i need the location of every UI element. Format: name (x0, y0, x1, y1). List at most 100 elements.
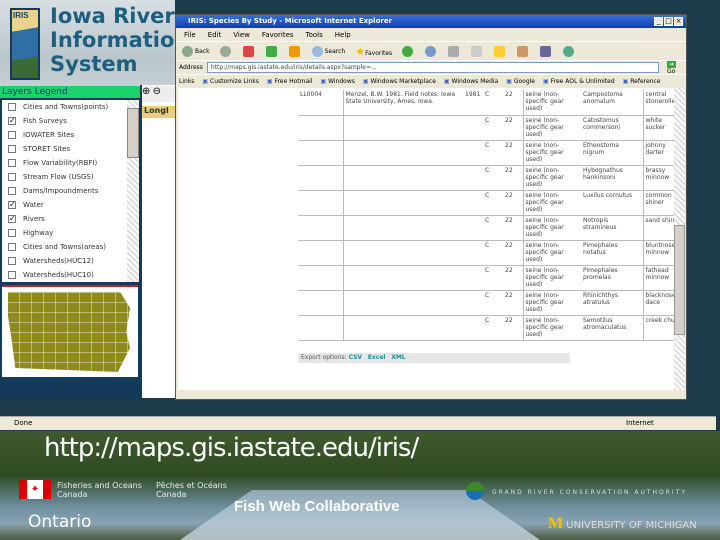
link-item[interactable]: ▣ Reference (623, 78, 661, 85)
zoom-tools[interactable]: ⊕ ⊖ (142, 86, 176, 102)
map-area[interactable] (140, 85, 176, 398)
home-icon[interactable] (288, 45, 300, 57)
history-icon[interactable] (402, 45, 414, 57)
vertical-scroll-thumb[interactable] (674, 225, 685, 335)
export-xml-link[interactable]: XML (391, 354, 405, 361)
link-item[interactable]: ▣ Windows Media (444, 78, 498, 85)
class-cell: C (483, 190, 503, 216)
layer-checkbox[interactable] (8, 103, 16, 111)
close-button[interactable]: × (674, 17, 683, 26)
count-cell: 22 (503, 165, 523, 191)
ontario-logo: Ontario (28, 512, 92, 532)
maximize-button[interactable]: □ (664, 17, 673, 26)
legend-item[interactable]: ✓ Fish Surveys (2, 114, 127, 128)
back-button[interactable]: Back (182, 45, 210, 57)
menu-item[interactable]: View (233, 31, 250, 39)
legend-item[interactable]: STORET Sites (2, 142, 127, 156)
link-item[interactable]: ▣ Google (506, 78, 535, 85)
link-item[interactable]: ▣ Customize Links (202, 78, 258, 85)
layer-checkbox[interactable] (8, 173, 16, 181)
forward-icon[interactable] (219, 45, 231, 57)
export-excel-link[interactable]: Excel (368, 354, 386, 361)
layer-checkbox[interactable] (8, 257, 16, 265)
reference-cell (342, 240, 463, 266)
layer-checkbox[interactable]: ✓ (8, 215, 16, 223)
legend-scroll-thumb[interactable] (127, 108, 139, 158)
legend-item[interactable]: Highway (2, 226, 127, 240)
legend-item[interactable]: ✓ Rivers (2, 212, 127, 226)
grca-logo-icon (466, 482, 484, 500)
scientific-name-cell: Luxilus cornutus (581, 190, 643, 216)
link-item[interactable]: ▣ Windows Marketplace (363, 78, 436, 85)
legend-item[interactable]: Flow Variability(RBFI) (2, 156, 127, 170)
legend-item[interactable]: Stream Flow (USGS) (2, 170, 127, 184)
study-id-cell: LL0004 (298, 90, 343, 116)
layer-checkbox[interactable]: ✓ (8, 117, 16, 125)
star-icon: ★ (355, 44, 366, 58)
layer-checkbox[interactable] (8, 271, 16, 279)
layer-checkbox[interactable] (8, 187, 16, 195)
layers-legend-tab[interactable]: Layers Legend (0, 86, 140, 98)
go-button[interactable]: ➜ Go (667, 60, 686, 75)
legend-item-label: Fish Surveys (23, 117, 67, 125)
mail-icon[interactable] (425, 45, 437, 57)
grca-name: GRAND RIVER CONSERVATION AUTHORITY (492, 489, 688, 496)
study-id-cell (298, 265, 343, 291)
link-item[interactable]: ▣ Windows (320, 78, 354, 85)
menu-item[interactable]: File (184, 31, 196, 39)
page-content: LL0004 Menzel, B.W. 1981. Field notes: I… (178, 88, 683, 390)
address-input[interactable]: http://maps.gis.iastate.edu/iris/details… (206, 62, 660, 73)
iris-title: Iowa River Information System (50, 4, 190, 76)
refresh-icon[interactable] (265, 45, 277, 57)
legend-item[interactable]: Watersheds(HUC10) (2, 268, 127, 282)
research-icon[interactable] (517, 45, 529, 57)
scientific-name-cell: Hybognathus hankinsoni (581, 165, 643, 191)
export-csv-link[interactable]: CSV (349, 354, 362, 361)
class-cell: C (483, 165, 503, 191)
legend-item-label: Watersheds(HUC10) (23, 271, 94, 279)
menu-item[interactable]: Favorites (262, 31, 294, 39)
minimize-button[interactable]: _ (654, 17, 663, 26)
legend-item[interactable]: IOWATER Sites (2, 128, 127, 142)
layer-checkbox[interactable]: ✓ (8, 201, 16, 209)
layer-checkbox[interactable] (8, 145, 16, 153)
tools-icon[interactable] (540, 45, 552, 57)
menu-item[interactable]: Edit (208, 31, 222, 39)
page-icon: ▣ (266, 77, 273, 85)
county-grid (8, 292, 130, 372)
link-item[interactable]: ▣ Free AOL & Unlimited (543, 78, 615, 85)
legend-item-label: Flow Variability(RBFI) (23, 159, 98, 167)
search-icon (311, 45, 323, 57)
study-id-cell (298, 165, 343, 191)
scientific-name-cell: Catostomus commersoni (581, 115, 643, 141)
messenger-icon[interactable] (563, 45, 575, 57)
stop-icon[interactable] (242, 45, 254, 57)
legend-item-label: STORET Sites (23, 145, 71, 153)
zoom-out-icon[interactable]: ⊖ (153, 86, 161, 97)
layer-checkbox[interactable] (8, 229, 16, 237)
legend-item[interactable]: ✓ Water (2, 198, 127, 212)
legend-item[interactable]: Dams/Impoundments (2, 184, 127, 198)
count-cell: 22 (503, 215, 523, 241)
count-cell: 22 (503, 290, 523, 316)
menu-item[interactable]: Help (335, 31, 351, 39)
edit-icon[interactable] (471, 45, 483, 57)
folder-icon[interactable] (494, 45, 506, 57)
layer-checkbox[interactable] (8, 131, 16, 139)
dfo-french: Pêches et Océans Canada (156, 481, 227, 499)
search-button[interactable]: Search (311, 45, 345, 57)
menu-item[interactable]: Tools (306, 31, 323, 39)
gear-cell: seine (non-specific gear used) (522, 140, 581, 166)
link-item[interactable]: ▣ Free Hotmail (267, 78, 313, 85)
favorites-button[interactable]: ★Favorites (355, 45, 392, 58)
print-icon[interactable] (448, 45, 460, 57)
layer-checkbox[interactable] (8, 159, 16, 167)
reference-cell (342, 290, 463, 316)
legend-item[interactable]: Watersheds(HUC12) (2, 254, 127, 268)
menu-bar: File Edit View Favorites Tools Help (176, 28, 686, 41)
layer-checkbox[interactable] (8, 243, 16, 251)
zoom-in-icon[interactable]: ⊕ (142, 86, 150, 97)
class-cell: C (483, 115, 503, 141)
legend-item[interactable]: Cities and Towns(areas) (2, 240, 127, 254)
legend-item[interactable]: Cities and Towns(points) (2, 100, 127, 114)
